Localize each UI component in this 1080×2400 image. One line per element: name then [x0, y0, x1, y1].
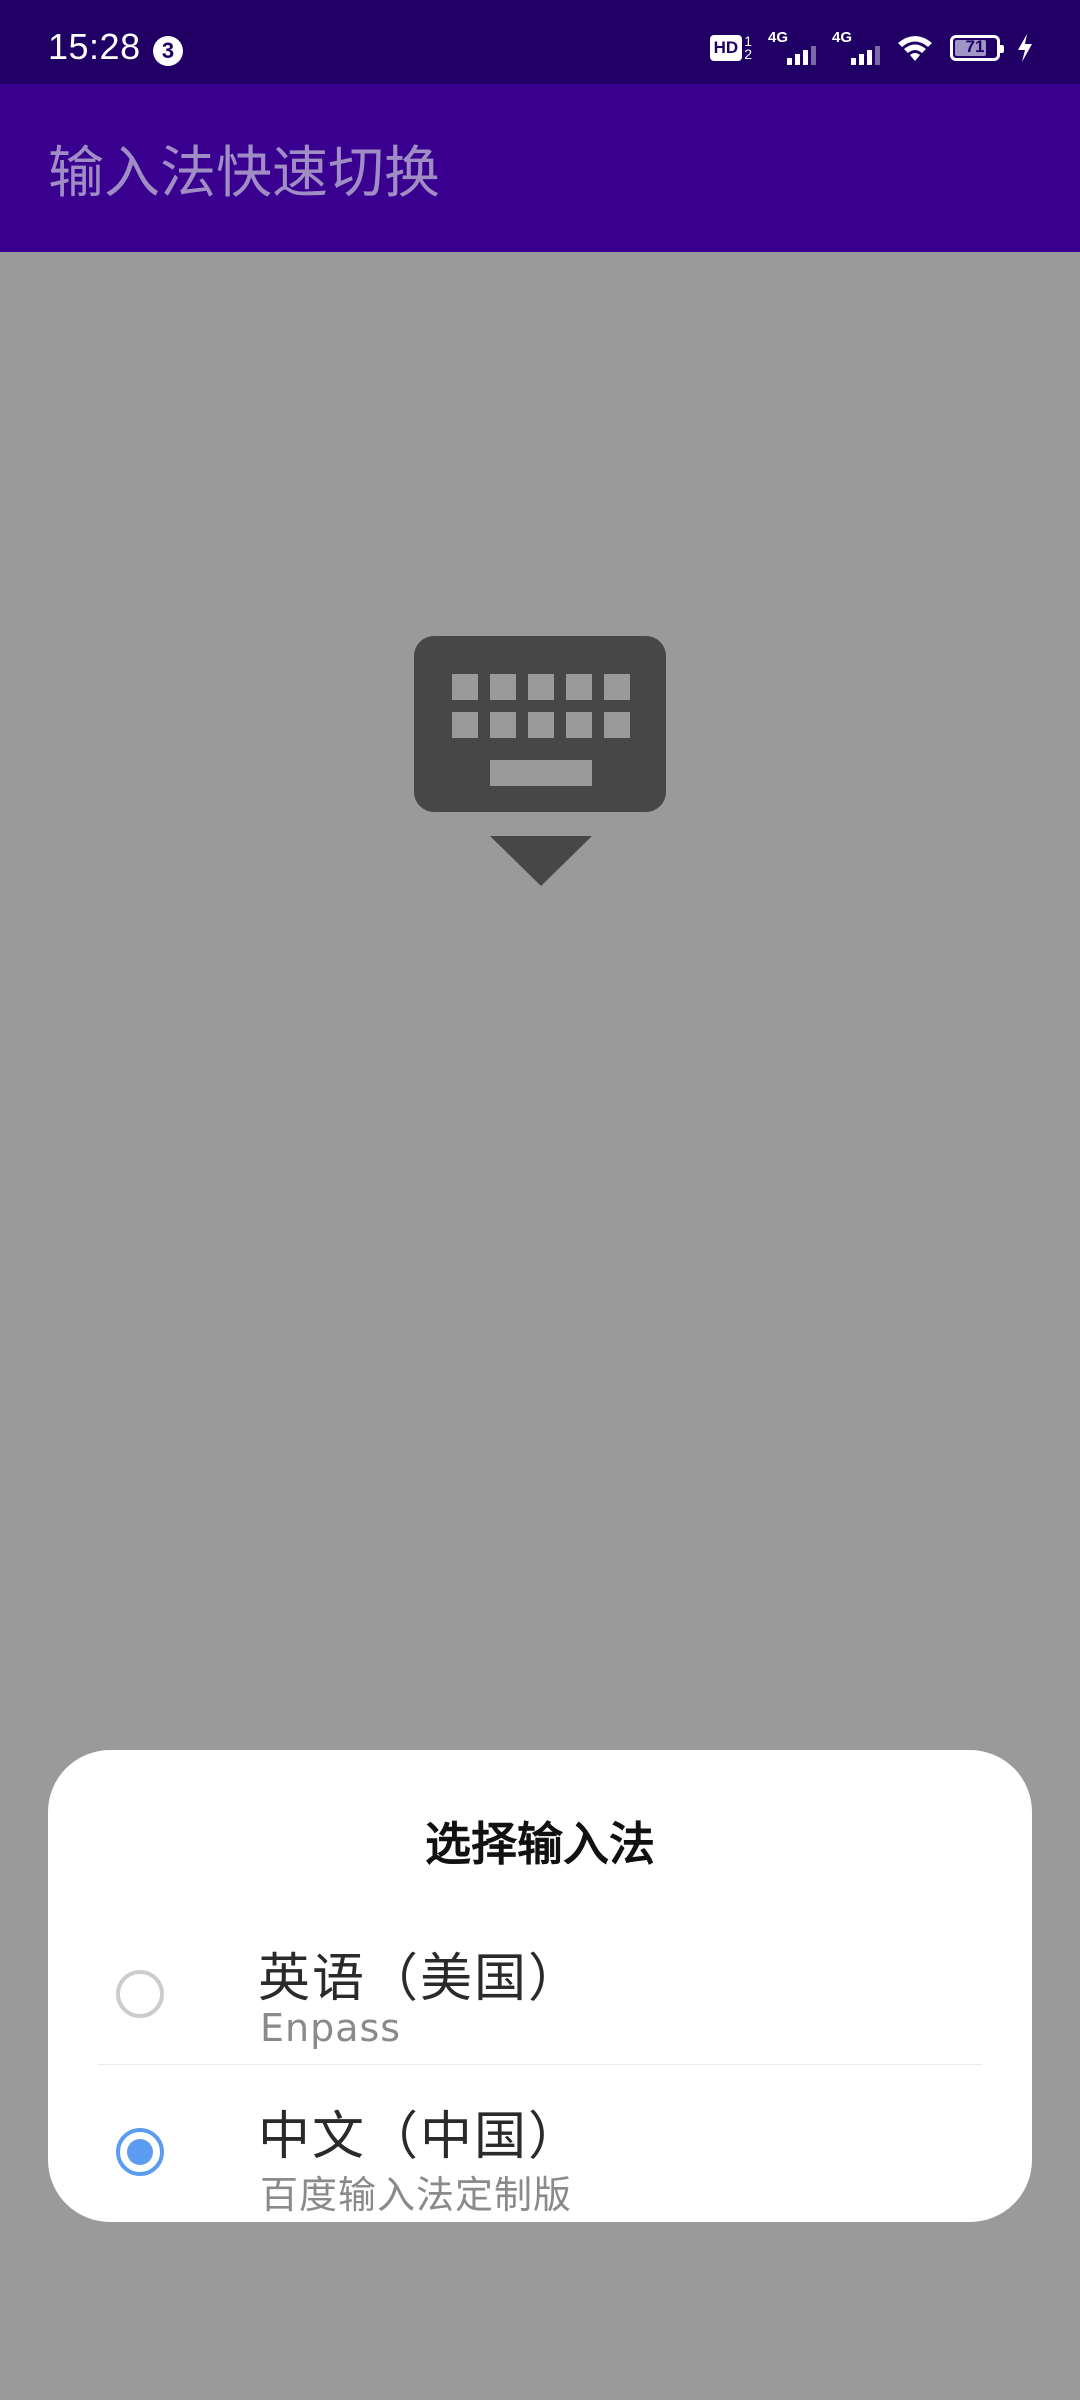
- option-label: 英语（美国）: [258, 1949, 583, 2009]
- option-subtitle: 百度输入法定制版: [260, 2173, 573, 2217]
- option-english-us[interactable]: 英语（美国） Enpass: [48, 1906, 1032, 2064]
- network-type-1: 4G: [768, 29, 789, 46]
- hd-voice-icon: HD 1 2: [709, 34, 752, 62]
- battery-level: 71: [965, 37, 985, 56]
- dialog-title: 选择输入法: [425, 1817, 655, 1871]
- option-chinese-china[interactable]: 中文（中国） 百度输入法定制版: [48, 2064, 1032, 2222]
- option-subtitle: Enpass: [260, 2006, 402, 2050]
- option-label: 中文（中国）: [258, 2107, 583, 2167]
- network-type-2: 4G: [832, 29, 853, 46]
- input-method-dialog: 选择输入法 英语（美国） Enpass 中文（中国） 百度输入法定制版: [48, 1750, 1032, 2222]
- radio-unchecked-icon[interactable]: [116, 1970, 164, 2018]
- lightning-bolt-icon: [1018, 34, 1032, 62]
- signal-sim2-icon: 4G: [832, 29, 880, 65]
- status-time: 15:28: [48, 26, 141, 67]
- signal-sim1-icon: 4G: [768, 29, 816, 65]
- radio-checked-icon[interactable]: [116, 2128, 164, 2176]
- notification-count-badge: 3: [153, 36, 183, 66]
- hd-sub-bottom: 2: [744, 46, 752, 62]
- app-bar: 输入法快速切换: [0, 84, 1080, 252]
- battery-icon: 71: [950, 35, 1004, 61]
- status-icons: HD 1 2 4G 4G 71: [709, 28, 1034, 68]
- wifi-icon: [898, 36, 932, 61]
- keyboard-hide-icon: [414, 636, 666, 886]
- page-title: 输入法快速切换: [48, 141, 440, 206]
- status-bar: 15:28 3 HD 1 2 4G 4G 71: [0, 0, 1080, 84]
- hd-label: HD: [709, 35, 743, 61]
